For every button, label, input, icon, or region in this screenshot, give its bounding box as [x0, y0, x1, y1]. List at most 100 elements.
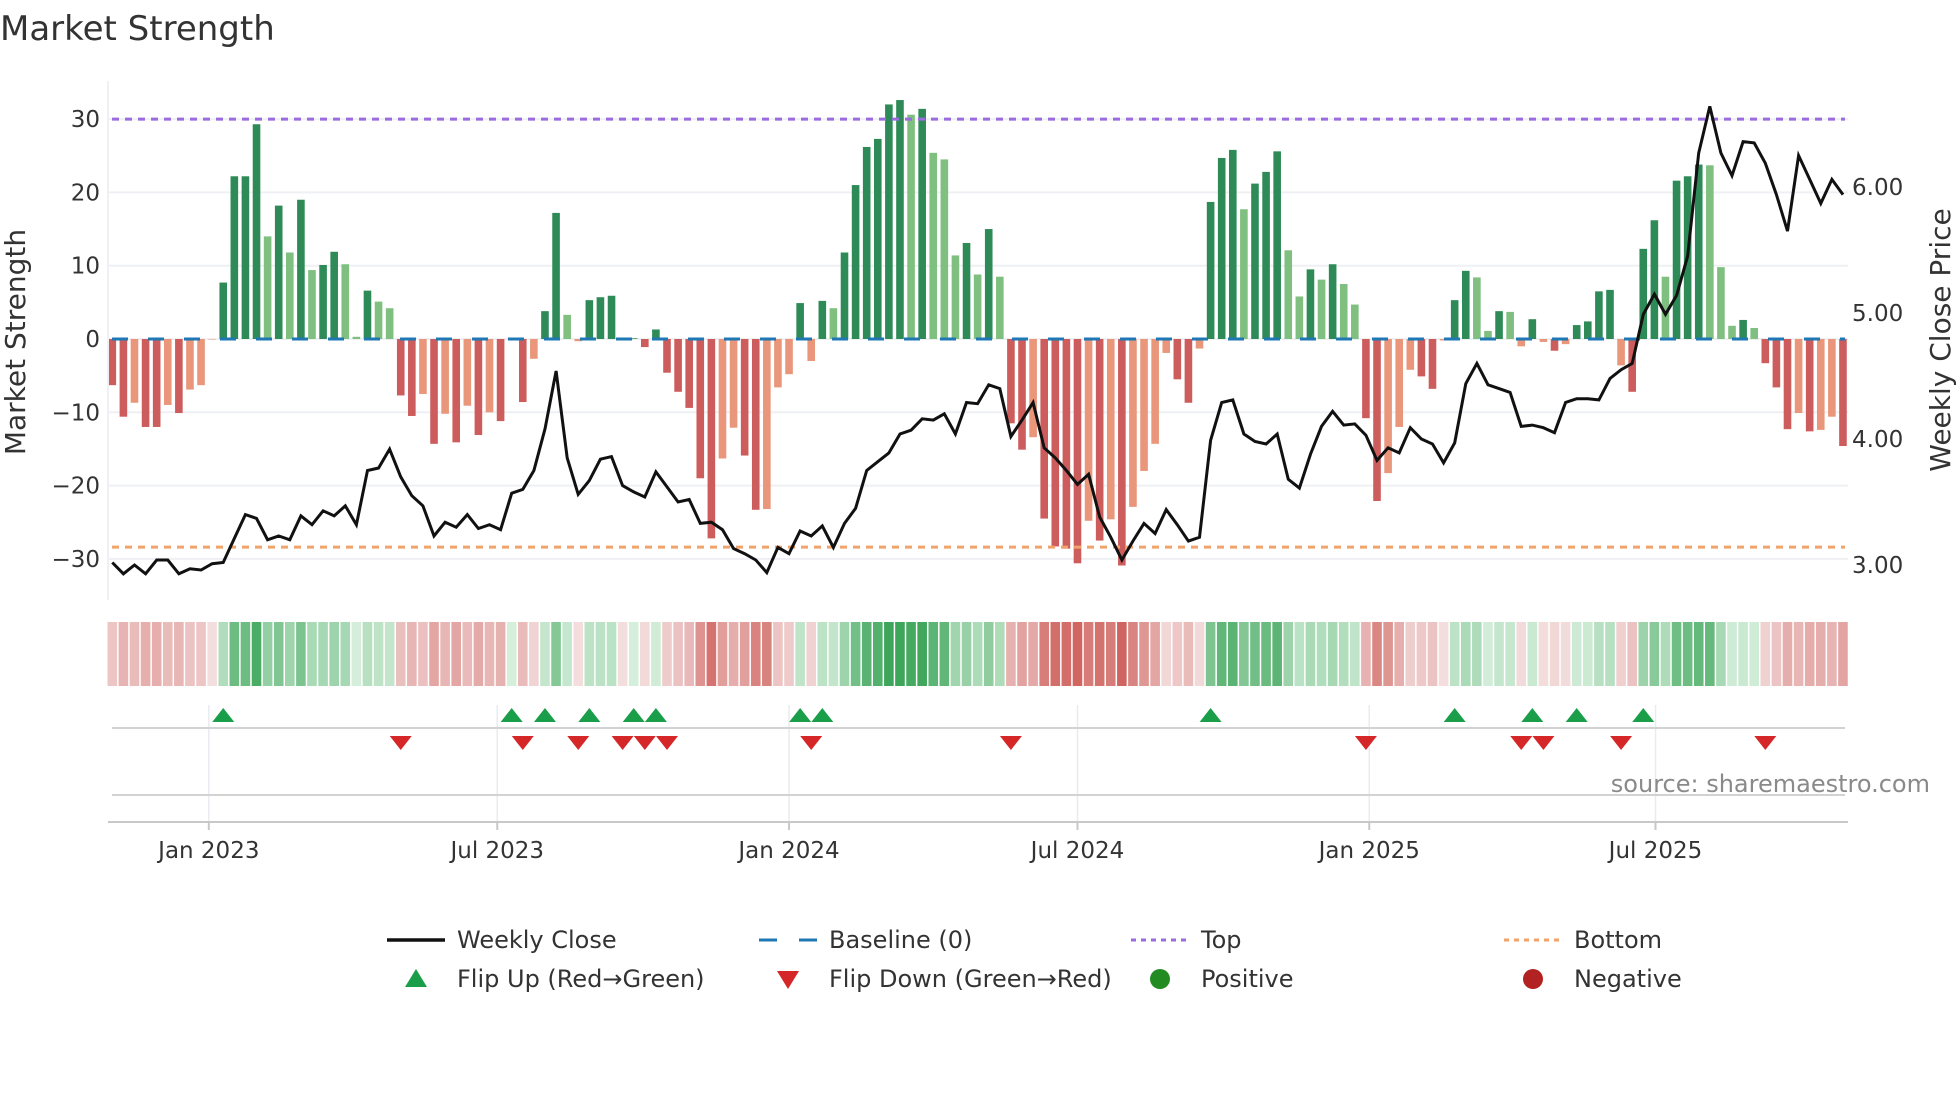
heat-cell: [451, 622, 462, 686]
y-tick-label: −20: [51, 474, 100, 500]
heat-cell: [484, 622, 495, 686]
strength-bar: [1228, 149, 1237, 339]
strength-bar: [1151, 339, 1159, 444]
heat-cell: [1549, 622, 1560, 686]
heat-cell: [1216, 622, 1227, 686]
heat-cell: [1727, 622, 1737, 686]
strength-bar: [862, 146, 871, 339]
heat-cell: [728, 622, 739, 686]
heat-cell: [1627, 622, 1637, 686]
heat-cell: [617, 622, 628, 686]
strength-bar: [1450, 300, 1459, 339]
strength-bar: [1717, 267, 1725, 339]
heat-cell: [1472, 622, 1482, 686]
strength-bar: [718, 339, 727, 459]
flip-down-marker: [611, 736, 634, 750]
heat-cell: [1583, 622, 1593, 686]
heat-cell: [462, 622, 473, 686]
strength-bar: [1606, 289, 1614, 339]
strength-bar: [419, 339, 427, 394]
legend-circle-icon: [1523, 969, 1543, 989]
strength-bar: [1539, 339, 1548, 342]
y-tick-label: −10: [51, 400, 100, 426]
heat-cell: [573, 622, 584, 686]
strength-bar: [341, 264, 350, 339]
strength-bar: [441, 339, 449, 414]
strength-bar: [1029, 339, 1037, 438]
strength-bar: [663, 339, 671, 373]
strength-bar: [1595, 291, 1603, 339]
heat-cell: [1350, 622, 1360, 686]
flip-down-marker: [999, 736, 1022, 750]
strength-bar: [541, 311, 549, 339]
strength-bar: [596, 297, 605, 339]
strength-bar: [308, 270, 316, 339]
strength-bar: [1362, 339, 1370, 419]
flip-down-marker: [800, 736, 823, 750]
legend-triangle-down-icon: [777, 971, 799, 989]
strength-bar: [1828, 339, 1836, 417]
strength-bar: [263, 236, 272, 339]
heat-cell: [1327, 622, 1338, 686]
heat-cell: [1361, 622, 1371, 686]
strength-bar: [1018, 339, 1026, 450]
heat-cell: [362, 622, 373, 686]
heat-cell: [1305, 622, 1316, 686]
strength-bar: [1173, 339, 1182, 380]
heat-cell: [939, 622, 950, 686]
y-tick-label: −30: [51, 547, 100, 573]
strength-bar: [607, 295, 616, 339]
heat-cell: [495, 622, 506, 686]
flip-up-marker: [1443, 708, 1466, 722]
heat-cell: [606, 622, 617, 686]
strength-bar: [241, 176, 250, 339]
strength-bar: [873, 138, 882, 339]
strength-bar: [818, 300, 827, 339]
strength-bar: [1118, 339, 1126, 566]
heat-cell: [651, 622, 661, 686]
strength-bar: [1339, 284, 1348, 339]
strength-bar: [896, 100, 904, 340]
strength-bar: [763, 339, 771, 510]
source-credit: source: sharemaestro.com: [1611, 770, 1930, 798]
heat-cell: [1427, 622, 1438, 686]
strength-bar: [197, 339, 205, 386]
heat-cell: [1760, 622, 1771, 686]
heat-cell: [961, 622, 972, 686]
heat-cell: [795, 622, 805, 686]
heat-cell: [1571, 622, 1582, 686]
flip-up-marker: [1632, 708, 1655, 722]
heat-cell: [1250, 622, 1260, 686]
strength-bar: [396, 339, 405, 396]
flip-up-marker: [212, 708, 235, 722]
heat-cell: [1649, 622, 1660, 686]
heat-cell: [1483, 622, 1493, 686]
strength-bar: [463, 339, 472, 406]
heat-cell: [1139, 622, 1149, 686]
strength-bar: [330, 251, 338, 339]
strength-bar: [496, 339, 505, 422]
strength-bar: [1473, 277, 1481, 339]
y-axis-label: Market Strength: [0, 229, 32, 455]
strength-bar: [363, 290, 372, 339]
legend-item: Negative: [1523, 965, 1682, 993]
strength-bar: [175, 339, 183, 414]
heat-cell: [1394, 622, 1405, 686]
strength-bar: [1650, 220, 1659, 339]
strength-bar: [918, 108, 926, 339]
strength-bar: [1706, 165, 1714, 339]
strength-bar: [297, 199, 305, 339]
heat-cell: [107, 622, 118, 686]
heat-cell: [1050, 622, 1061, 686]
flip-up-marker: [622, 708, 645, 722]
heat-cell: [917, 622, 927, 686]
strength-bar: [1140, 339, 1148, 471]
flip-down-marker: [1532, 736, 1555, 750]
heat-cell: [1205, 622, 1216, 686]
heat-cell: [1516, 622, 1527, 686]
strength-bar: [1406, 339, 1415, 370]
heat-cell: [1460, 622, 1471, 686]
heat-cell: [340, 622, 351, 686]
y-tick-label: 0: [85, 327, 100, 353]
heat-cell: [950, 622, 961, 686]
